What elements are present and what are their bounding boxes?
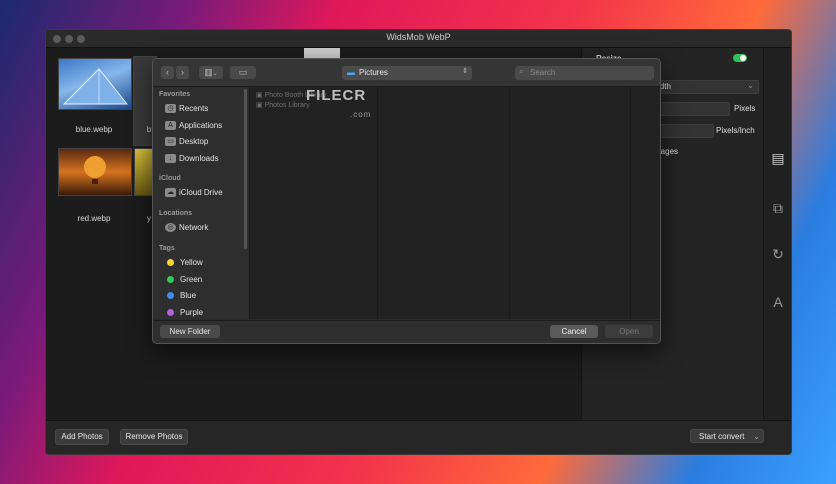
library-icon: ▣ — [256, 92, 263, 99]
network-icon: ◎ — [165, 223, 176, 233]
text-tool-icon[interactable]: A — [768, 294, 788, 310]
search-placeholder: Search — [530, 68, 556, 77]
new-folder-button[interactable]: New Folder — [160, 325, 220, 338]
file-column-2[interactable] — [378, 87, 510, 319]
clock-icon: ◷ — [165, 104, 176, 114]
photo-thumb-red[interactable] — [58, 148, 132, 196]
window-title: WidsMob WebP — [386, 32, 451, 42]
sidebar-item-desktop[interactable]: ▭ Desktop — [165, 137, 208, 149]
sidebar-item-tag-yellow[interactable]: Yellow — [165, 258, 203, 270]
search-icon: ⌕ — [519, 67, 524, 76]
sidebar-item-tag-blue[interactable]: Blue — [165, 291, 196, 303]
blue-tag-dot-icon — [167, 292, 174, 300]
download-icon: ↓ — [165, 154, 176, 164]
view-mode-button[interactable]: ▥⌄ — [199, 66, 223, 79]
tool-sidebar: ▤ ⧉ ↻ A — [763, 48, 791, 420]
sidebar-item-network[interactable]: ◎ Network — [165, 223, 208, 235]
yellow-tag-dot-icon — [167, 259, 174, 267]
start-convert-label: Start convert — [699, 432, 745, 441]
resize-mode-dropdown[interactable]: idth ⌄ — [654, 80, 759, 94]
watermark-logo: FILECR .com — [306, 87, 372, 119]
photo-thumb-blue[interactable] — [58, 58, 132, 110]
location-label: Pictures — [359, 68, 388, 77]
file-column-1[interactable]: ▣ Photo Booth Library ▣ Photos Library F… — [250, 87, 378, 319]
sidebar-item-tag-purple[interactable]: Purple — [165, 308, 203, 320]
remove-photos-button[interactable]: Remove Photos — [120, 429, 188, 445]
resolution-input[interactable] — [654, 124, 714, 138]
chevron-down-icon: ⌄ — [747, 81, 754, 90]
dialog-toolbar: ‹ › ▥⌄ ▭ ▬ Pictures ⇕ ⌕ Search — [153, 59, 660, 87]
start-convert-button[interactable]: Start convert ⌄ — [690, 429, 764, 443]
purple-tag-dot-icon — [167, 309, 174, 317]
sidebar-item-applications[interactable]: A Applications — [165, 121, 222, 133]
title-bar: WidsMob WebP — [46, 30, 791, 48]
chevron-down-icon: ⌄ — [212, 71, 218, 77]
cloud-icon: ☁ — [165, 188, 176, 198]
sidebar-item-icloud-drive[interactable]: ☁ iCloud Drive — [165, 188, 223, 200]
new-folder-icon[interactable]: ▭ — [230, 66, 256, 79]
resize-tool-icon[interactable]: ▤ — [768, 150, 788, 167]
glass-building-image — [62, 68, 129, 105]
tags-header: Tags — [159, 245, 175, 252]
sidebar-item-recents[interactable]: ◷ Recents — [165, 104, 208, 116]
open-file-dialog: ‹ › ▥⌄ ▭ ▬ Pictures ⇕ ⌕ Search Favorites… — [152, 58, 661, 344]
resize-toggle[interactable] — [733, 54, 747, 62]
watermark-tool-icon[interactable]: ⧉ — [768, 200, 788, 217]
updown-chevron-icon: ⇕ — [462, 68, 468, 75]
sidebar-item-tag-green[interactable]: Green — [165, 275, 202, 287]
photo-label: red.webp — [77, 214, 111, 223]
forward-button[interactable]: › — [176, 66, 189, 79]
file-item[interactable]: ▣ Photos Library — [256, 101, 310, 109]
pixels-per-inch-label: Pixels/Inch — [716, 126, 755, 135]
locations-header: Locations — [159, 210, 193, 217]
applications-icon: A — [165, 121, 176, 131]
green-tag-dot-icon — [167, 276, 174, 284]
columns-view-icon: ▥ — [204, 67, 213, 77]
file-column-3[interactable] — [510, 87, 631, 319]
icloud-header: iCloud — [159, 175, 181, 182]
desktop-icon: ▭ — [165, 137, 176, 147]
open-button[interactable]: Open — [605, 325, 653, 338]
library-icon: ▣ — [256, 102, 263, 109]
chevron-down-icon[interactable]: ⌄ — [753, 430, 760, 444]
width-input[interactable] — [654, 102, 730, 116]
dialog-sidebar: Favorites ◷ Recents A Applications ▭ Deskto… — [153, 87, 250, 319]
cancel-button[interactable]: Cancel — [550, 325, 598, 338]
add-photos-button[interactable]: Add Photos — [55, 429, 109, 445]
sidebar-scrollbar[interactable] — [244, 89, 247, 249]
pixels-label: Pixels — [734, 104, 756, 113]
bottom-toolbar: Add Photos Remove Photos Start convert ⌄ — [46, 420, 791, 454]
favorites-header: Favorites — [159, 91, 191, 98]
hot-air-balloon-image — [84, 156, 106, 184]
back-button[interactable]: ‹ — [161, 66, 174, 79]
search-field[interactable]: ⌕ Search — [515, 66, 654, 80]
location-popup[interactable]: ▬ Pictures ⇕ — [342, 66, 472, 80]
rotate-tool-icon[interactable]: ↻ — [768, 246, 788, 263]
photo-label: blue.webp — [75, 125, 113, 134]
file-column-4[interactable] — [631, 87, 660, 319]
folder-icon: ▬ — [347, 68, 355, 77]
sidebar-item-downloads[interactable]: ↓ Downloads — [165, 154, 219, 166]
dialog-footer: New Folder Cancel Open — [153, 320, 660, 343]
